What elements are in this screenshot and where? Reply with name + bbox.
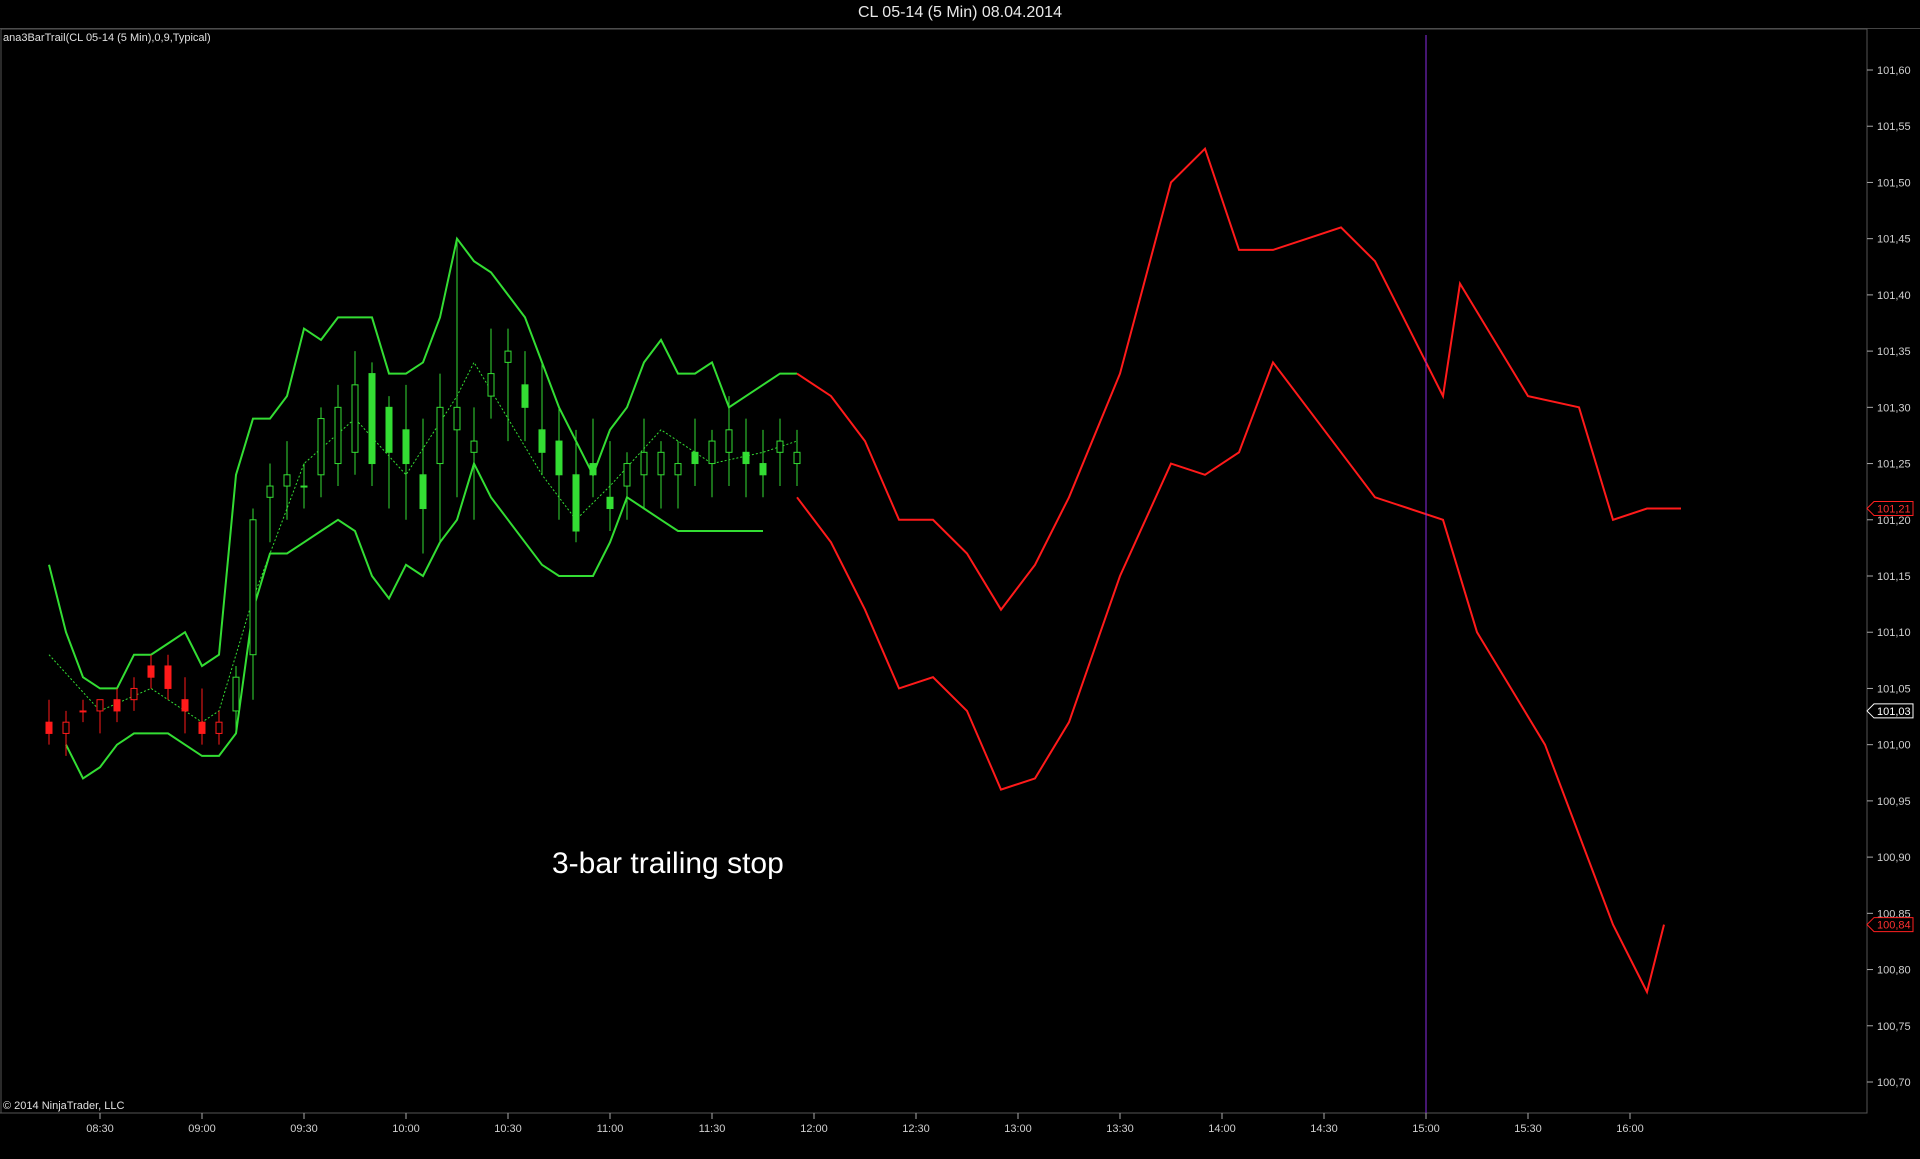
annotation-label: 3-bar trailing stop: [552, 847, 784, 880]
candle-body: [402, 429, 410, 465]
candle-body: [249, 519, 257, 656]
candle-body: [300, 485, 308, 488]
x-tick-label: 11:00: [597, 1123, 624, 1135]
x-tick-label: 08:30: [86, 1123, 114, 1135]
candle-body: [130, 687, 138, 701]
price-chart[interactable]: 100,70100,75100,80100,85100,90100,95101,…: [0, 0, 1920, 1159]
candle-body: [623, 463, 631, 487]
candle-body: [759, 463, 767, 476]
candle-body: [181, 699, 189, 712]
candle-body: [419, 474, 427, 510]
y-tick-label: 100,75: [1877, 1021, 1911, 1033]
candle-body: [164, 665, 172, 689]
copyright-label: © 2014 NinjaTrader, LLC: [3, 1100, 125, 1112]
candle-body: [147, 665, 155, 678]
candle-body: [538, 429, 546, 453]
y-tick-label: 101,30: [1877, 402, 1911, 414]
y-tick-label: 101,55: [1877, 121, 1911, 133]
candle-body: [351, 384, 359, 453]
candle-body: [691, 451, 699, 465]
y-tick-label: 100,90: [1877, 852, 1911, 864]
y-tick-label: 101,50: [1877, 177, 1911, 189]
price-tag-label: 101,03: [1877, 706, 1911, 718]
price-tag-label: 101,21: [1877, 504, 1911, 516]
candle-body: [708, 440, 716, 465]
candle-body: [776, 440, 784, 453]
candle-body: [232, 676, 240, 712]
y-tick-label: 101,10: [1877, 627, 1911, 639]
candle-body: [504, 350, 512, 363]
x-tick-label: 09:00: [188, 1123, 216, 1135]
candle-body: [334, 406, 342, 465]
downtrend-overlay: [796, 146, 1681, 995]
y-tick-label: 101,05: [1877, 683, 1911, 695]
candle-body: [283, 474, 291, 487]
candles: [45, 238, 801, 756]
candle-body: [640, 451, 648, 476]
y-tick-label: 101,25: [1877, 459, 1911, 471]
candle-body: [470, 440, 478, 453]
y-tick-label: 101,60: [1877, 65, 1911, 77]
candle-body: [215, 721, 223, 734]
candle-body: [606, 496, 614, 510]
candle-body: [657, 451, 665, 476]
x-tick-label: 09:30: [290, 1123, 318, 1135]
x-tick-label: 12:00: [800, 1123, 828, 1135]
y-tick-label: 101,15: [1877, 571, 1911, 583]
x-tick-label: 15:00: [1412, 1123, 1440, 1135]
y-tick-label: 100,80: [1877, 965, 1911, 977]
plot-border: [0, 28, 1868, 1114]
candle-body: [589, 463, 597, 476]
red-upper-line: [796, 146, 1681, 612]
candle-body: [266, 485, 274, 498]
x-tick-label: 10:00: [392, 1123, 420, 1135]
y-tick-label: 100,95: [1877, 796, 1911, 808]
trail_lower-line: [65, 460, 763, 780]
candle-body: [96, 699, 104, 712]
candle-body: [385, 406, 393, 453]
red-lower-line: [796, 360, 1665, 995]
candle-body: [62, 721, 70, 734]
candle-body: [79, 710, 87, 713]
candle-body: [487, 373, 495, 397]
candle-body: [521, 384, 529, 408]
candle-body: [317, 418, 325, 476]
x-tick-label: 15:30: [1514, 1123, 1542, 1135]
candle-body: [572, 474, 580, 532]
y-tick-label: 101,00: [1877, 740, 1911, 752]
x-tick-label: 13:30: [1106, 1123, 1134, 1135]
x-tick-label: 14:30: [1310, 1123, 1338, 1135]
candle-body: [113, 699, 121, 712]
candle-body: [45, 721, 53, 734]
candle-body: [725, 429, 733, 453]
y-tick-label: 101,20: [1877, 515, 1911, 527]
x-tick-label: 16:00: [1616, 1123, 1644, 1135]
x-tick-label: 11:30: [699, 1123, 726, 1135]
candle-body: [674, 463, 682, 476]
price-tag-label: 100,84: [1877, 920, 1911, 932]
x-tick-label: 14:00: [1208, 1123, 1236, 1135]
candle-body: [368, 373, 376, 465]
y-axis: 100,70100,75100,80100,85100,90100,95101,…: [1867, 65, 1911, 1089]
x-tick-label: 13:00: [1004, 1123, 1032, 1135]
price-tags: 101,21 101,03 100,84: [1866, 501, 1914, 933]
x-axis: 08:30 09:00 09:30 10:00 10:30 11:00 11:30 12:00…: [86, 1113, 1644, 1135]
y-tick-label: 100,70: [1877, 1077, 1911, 1089]
candle-body: [793, 451, 801, 465]
candle-body: [436, 406, 444, 465]
candle-body: [555, 440, 563, 476]
y-tick-label: 101,40: [1877, 290, 1911, 302]
y-tick-label: 101,45: [1877, 234, 1911, 246]
x-tick-label: 12:30: [902, 1123, 930, 1135]
candle-body: [453, 406, 461, 431]
candle-body: [198, 721, 206, 734]
y-tick-label: 101,35: [1877, 346, 1911, 358]
candle-body: [742, 451, 750, 465]
x-tick-label: 10:30: [494, 1123, 522, 1135]
